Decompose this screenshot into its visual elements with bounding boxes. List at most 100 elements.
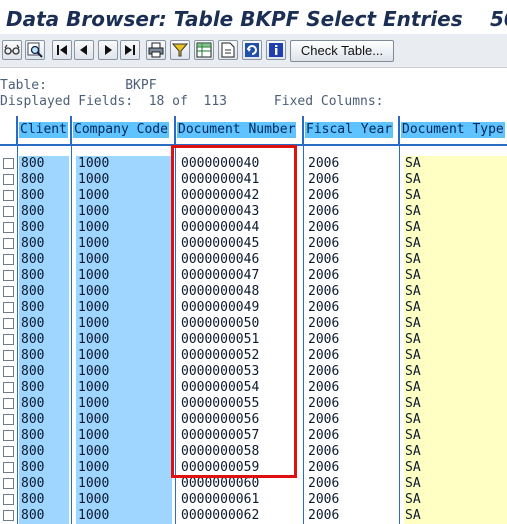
cell-document-type[interactable]: SA	[404, 508, 507, 524]
cell-fiscal-year[interactable]: 2006	[308, 508, 339, 524]
row-select-checkbox[interactable]	[3, 398, 14, 409]
cell-fiscal-year[interactable]: 2006	[308, 252, 339, 268]
cell-client[interactable]: 800	[19, 508, 69, 524]
cell-client[interactable]: 800	[19, 316, 69, 332]
cell-document-type[interactable]: SA	[404, 412, 507, 428]
column-header-document-type[interactable]: Document Type	[399, 116, 507, 144]
cell-fiscal-year[interactable]: 2006	[308, 156, 339, 172]
cell-document-type[interactable]: SA	[404, 380, 507, 396]
cell-client[interactable]: 800	[19, 412, 69, 428]
cell-document-type[interactable]: SA	[404, 156, 507, 172]
column-header-client[interactable]: Client	[17, 116, 71, 144]
row-select-checkbox[interactable]	[3, 414, 14, 425]
cell-company-code[interactable]: 1000	[76, 220, 172, 236]
cell-document-type[interactable]: SA	[404, 300, 507, 316]
row-select-checkbox[interactable]	[3, 510, 14, 521]
cell-company-code[interactable]: 1000	[76, 380, 172, 396]
cell-client[interactable]: 800	[19, 220, 69, 236]
cell-fiscal-year[interactable]: 2006	[308, 220, 339, 236]
filter-icon[interactable]	[170, 40, 190, 60]
cell-client[interactable]: 800	[19, 396, 69, 412]
row-select-checkbox[interactable]	[3, 350, 14, 361]
cell-document-type[interactable]: SA	[404, 204, 507, 220]
cell-fiscal-year[interactable]: 2006	[308, 364, 339, 380]
table-row[interactable]: 800 1000 0000000061 2006 SA	[0, 492, 507, 508]
cell-document-type[interactable]: SA	[404, 476, 507, 492]
row-select-checkbox[interactable]	[3, 366, 14, 377]
cell-document-type[interactable]: SA	[404, 316, 507, 332]
cell-document-type[interactable]: SA	[404, 332, 507, 348]
cell-fiscal-year[interactable]: 2006	[308, 204, 339, 220]
cell-document-type[interactable]: SA	[404, 444, 507, 460]
row-select-checkbox[interactable]	[3, 174, 14, 185]
cell-document-type[interactable]: SA	[404, 460, 507, 476]
cell-fiscal-year[interactable]: 2006	[308, 412, 339, 428]
print-icon[interactable]	[146, 40, 166, 60]
check-table-button[interactable]: Check Table...	[290, 40, 394, 62]
cell-document-type[interactable]: SA	[404, 236, 507, 252]
last-page-icon[interactable]	[120, 40, 140, 60]
row-select-checkbox[interactable]	[3, 254, 14, 265]
info-icon[interactable]	[266, 40, 286, 60]
cell-fiscal-year[interactable]: 2006	[308, 492, 339, 508]
row-select-checkbox[interactable]	[3, 238, 14, 249]
cell-client[interactable]: 800	[19, 332, 69, 348]
cell-fiscal-year[interactable]: 2006	[308, 332, 339, 348]
column-header-company-code[interactable]: Company Code	[71, 116, 175, 144]
table-row[interactable]: 800 1000 0000000060 2006 SA	[0, 476, 507, 492]
cell-client[interactable]: 800	[19, 348, 69, 364]
cell-company-code[interactable]: 1000	[76, 460, 172, 476]
cell-document-type[interactable]: SA	[404, 492, 507, 508]
cell-company-code[interactable]: 1000	[76, 492, 172, 508]
cell-client[interactable]: 800	[19, 268, 69, 284]
cell-company-code[interactable]: 1000	[76, 252, 172, 268]
cell-client[interactable]: 800	[19, 204, 69, 220]
cell-company-code[interactable]: 1000	[76, 268, 172, 284]
cell-client[interactable]: 800	[19, 364, 69, 380]
search-detail-icon[interactable]	[25, 40, 45, 60]
cell-fiscal-year[interactable]: 2006	[308, 396, 339, 412]
cell-fiscal-year[interactable]: 2006	[308, 348, 339, 364]
cell-document-type[interactable]: SA	[404, 428, 507, 444]
row-select-checkbox[interactable]	[3, 446, 14, 457]
row-select-checkbox[interactable]	[3, 494, 14, 505]
cell-client[interactable]: 800	[19, 476, 69, 492]
cell-company-code[interactable]: 1000	[76, 284, 172, 300]
cell-client[interactable]: 800	[19, 380, 69, 396]
cell-fiscal-year[interactable]: 2006	[308, 284, 339, 300]
cell-company-code[interactable]: 1000	[76, 348, 172, 364]
cell-client[interactable]: 800	[19, 172, 69, 188]
cell-document-number[interactable]: 0000000061	[181, 492, 259, 508]
cell-document-type[interactable]: SA	[404, 396, 507, 412]
cell-fiscal-year[interactable]: 2006	[308, 428, 339, 444]
cell-document-type[interactable]: SA	[404, 220, 507, 236]
cell-client[interactable]: 800	[19, 236, 69, 252]
row-select-checkbox[interactable]	[3, 302, 14, 313]
cell-fiscal-year[interactable]: 2006	[308, 444, 339, 460]
row-select-checkbox[interactable]	[3, 286, 14, 297]
cell-client[interactable]: 800	[19, 252, 69, 268]
cell-company-code[interactable]: 1000	[76, 476, 172, 492]
cell-document-number[interactable]: 0000000060	[181, 476, 259, 492]
first-page-icon[interactable]	[52, 40, 72, 60]
next-page-icon[interactable]	[98, 40, 118, 60]
cell-client[interactable]: 800	[19, 444, 69, 460]
cell-company-code[interactable]: 1000	[76, 236, 172, 252]
cell-fiscal-year[interactable]: 2006	[308, 380, 339, 396]
row-select-checkbox[interactable]	[3, 318, 14, 329]
cell-fiscal-year[interactable]: 2006	[308, 316, 339, 332]
glasses-icon[interactable]	[2, 40, 22, 60]
cell-company-code[interactable]: 1000	[76, 316, 172, 332]
cell-document-type[interactable]: SA	[404, 284, 507, 300]
cell-company-code[interactable]: 1000	[76, 172, 172, 188]
cell-fiscal-year[interactable]: 2006	[308, 268, 339, 284]
cell-fiscal-year[interactable]: 2006	[308, 300, 339, 316]
cell-company-code[interactable]: 1000	[76, 300, 172, 316]
row-select-checkbox[interactable]	[3, 430, 14, 441]
cell-company-code[interactable]: 1000	[76, 332, 172, 348]
row-select-checkbox[interactable]	[3, 158, 14, 169]
row-select-checkbox[interactable]	[3, 334, 14, 345]
cell-client[interactable]: 800	[19, 284, 69, 300]
cell-company-code[interactable]: 1000	[76, 364, 172, 380]
table-row[interactable]: 800 1000 0000000062 2006 SA	[0, 508, 507, 524]
